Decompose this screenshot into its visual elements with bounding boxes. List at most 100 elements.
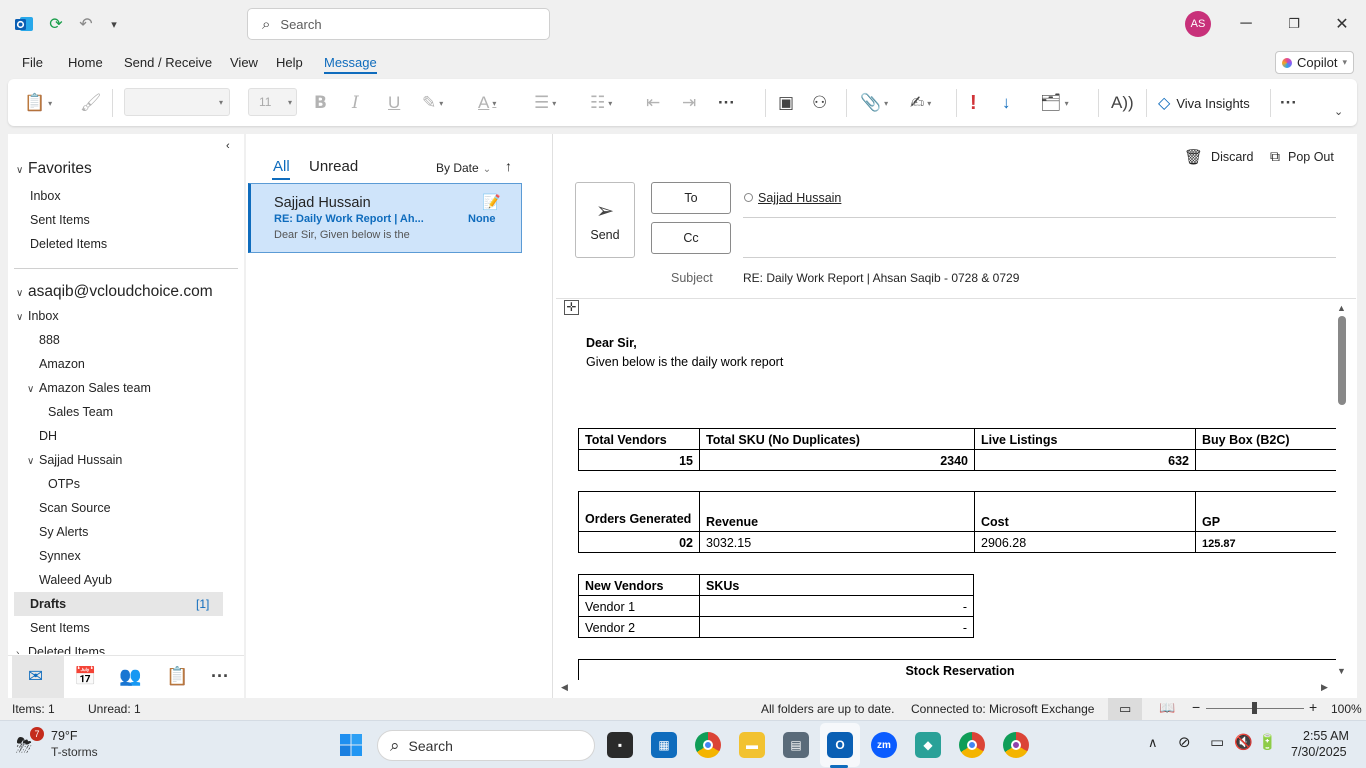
ribbon-expand-button[interactable]: ⌄ <box>1334 99 1343 123</box>
sort-by-date[interactable]: By Date ⌄ <box>436 161 491 175</box>
menu-send-receive[interactable]: Send / Receive <box>124 55 212 70</box>
menu-home[interactable]: Home <box>68 55 103 70</box>
numbering-button[interactable]: ☷ ▾ <box>590 91 612 115</box>
zoom-app-icon[interactable]: zm <box>871 732 897 758</box>
tab-all[interactable]: All <box>273 158 290 175</box>
message-body[interactable]: ✛ Dear Sir, Given below is the daily wor… <box>564 300 1336 680</box>
scroll-down-icon[interactable]: ▼ <box>1337 666 1346 676</box>
people-icon[interactable]: 👥 <box>119 666 141 687</box>
folder-888[interactable]: 888 <box>39 333 60 347</box>
to-button[interactable]: To <box>651 182 731 214</box>
cc-input[interactable] <box>743 226 1336 252</box>
outlook-taskbar-icon[interactable]: O <box>827 732 853 758</box>
menu-message[interactable]: Message <box>324 55 377 70</box>
scroll-right-icon[interactable]: ▶ <box>1321 682 1328 693</box>
close-button[interactable]: ✕ <box>1328 10 1356 38</box>
favorites-header[interactable]: ∨ Favorites <box>16 160 92 178</box>
high-importance-button[interactable]: ! <box>970 91 977 115</box>
search-input[interactable]: ⌕ Search <box>247 8 550 40</box>
folder-synnex[interactable]: Synnex <box>39 549 81 563</box>
folder-dh[interactable]: DH <box>39 429 57 443</box>
calculator-icon[interactable]: ▤ <box>783 732 809 758</box>
display-icon[interactable]: ▭ <box>1210 733 1224 751</box>
folder-amazon-sales-team[interactable]: ∨ Amazon Sales team <box>27 381 151 395</box>
font-family-select[interactable]: ▾ <box>124 88 230 116</box>
menu-file[interactable]: File <box>22 55 43 70</box>
list-item[interactable]: Sajjad Hussain 📝 RE: Daily Work Report |… <box>248 183 522 253</box>
font-color-button[interactable]: A ▾ <box>478 91 496 115</box>
folder-otps[interactable]: OTPs <box>48 477 80 491</box>
reading-view-icon[interactable]: 📖 <box>1159 700 1175 716</box>
pop-out-button[interactable]: ⧉ Pop Out <box>1270 148 1334 165</box>
zoom-in-button[interactable]: + <box>1309 699 1317 715</box>
favorite-deleted-items[interactable]: Deleted Items <box>30 237 107 251</box>
zoom-out-button[interactable]: − <box>1192 699 1200 715</box>
bullets-button[interactable]: ☰ ▾ <box>534 91 556 115</box>
increase-indent-button[interactable]: ⇥ <box>682 91 696 115</box>
mail-icon[interactable]: ✉ <box>28 666 43 687</box>
folder-inbox[interactable]: ∨ Inbox <box>16 309 59 323</box>
format-painter-button[interactable]: 🖌 <box>80 91 102 115</box>
folder-scan-source[interactable]: Scan Source <box>39 501 111 515</box>
bold-button[interactable]: B <box>314 91 327 115</box>
account-header[interactable]: ∨ asaqib@vcloudchoice.com <box>16 283 213 301</box>
read-aloud-button[interactable]: A)) <box>1111 91 1134 115</box>
task-view-icon[interactable]: ▪ <box>607 732 633 758</box>
clock-date[interactable]: 7/30/2025 <box>1291 745 1347 759</box>
address-book-button[interactable]: ▣ <box>778 91 794 115</box>
folder-waleed-ayub[interactable]: Waleed Ayub <box>39 573 112 587</box>
signature-button[interactable]: ✍ ▾ <box>910 91 931 115</box>
customize-toolbar-icon[interactable]: ▾ <box>102 12 126 36</box>
maximize-button[interactable]: ❐ <box>1280 10 1308 38</box>
minimize-button[interactable]: ─ <box>1232 10 1260 38</box>
copilot-button[interactable]: Copilot ▾ <box>1275 51 1354 74</box>
weather-widget[interactable]: ⛈ 7 <box>16 727 44 759</box>
underline-button[interactable]: U <box>388 91 400 115</box>
more-apps-icon[interactable]: ··· <box>211 666 229 687</box>
store-icon[interactable]: ▦ <box>651 732 677 758</box>
discard-button[interactable]: 🗑 Discard <box>1184 148 1253 166</box>
folder-sy-alerts[interactable]: Sy Alerts <box>39 525 88 539</box>
menu-view[interactable]: View <box>230 55 258 70</box>
to-recipient[interactable]: Sajjad Hussain <box>744 191 841 205</box>
folder-amazon[interactable]: Amazon <box>39 357 85 371</box>
chevron-up-icon[interactable]: ∧ <box>1148 735 1158 751</box>
send-button[interactable]: ➢ Send <box>575 182 635 258</box>
check-names-button[interactable]: ⚇ <box>812 91 827 115</box>
italic-button[interactable]: I <box>352 91 359 115</box>
avatar[interactable]: AS <box>1185 11 1211 37</box>
taskbar-search-input[interactable]: ⌕ Search <box>377 730 595 761</box>
font-size-select[interactable]: 11 ▾ <box>248 88 297 116</box>
low-importance-button[interactable]: ↓ <box>1002 91 1011 115</box>
folder-sajjad-hussain[interactable]: ∨ Sajjad Hussain <box>27 453 122 467</box>
clock-time[interactable]: 2:55 AM <box>1303 729 1349 743</box>
folder-deleted-items[interactable]: › Deleted Items <box>16 645 105 654</box>
collapse-pane-button[interactable]: ‹ <box>226 140 230 152</box>
more-commands-button[interactable]: ··· <box>1280 91 1297 115</box>
file-explorer-icon[interactable]: ▬ <box>739 732 765 758</box>
tab-unread[interactable]: Unread <box>309 158 358 175</box>
scroll-up-icon[interactable]: ▲ <box>1337 303 1346 313</box>
calendar-icon[interactable]: 📅 <box>74 666 96 687</box>
chrome-profile-2-icon[interactable] <box>1003 732 1029 758</box>
vertical-scrollbar-thumb[interactable] <box>1338 316 1346 405</box>
attach-file-button[interactable]: 📎 ▾ <box>860 91 888 115</box>
favorite-sent-items[interactable]: Sent Items <box>30 213 90 227</box>
decrease-indent-button[interactable]: ⇤ <box>646 91 660 115</box>
normal-view-button[interactable]: ▭ <box>1108 698 1142 720</box>
cc-button[interactable]: Cc <box>651 222 731 254</box>
chrome-icon[interactable] <box>695 732 721 758</box>
folder-drafts[interactable]: Drafts [1] <box>14 592 223 616</box>
menu-help[interactable]: Help <box>276 55 303 70</box>
highlight-button[interactable]: ✎ ▾ <box>422 91 443 115</box>
subject-input[interactable]: RE: Daily Work Report | Ahsan Saqib - 07… <box>743 271 1019 285</box>
zoom-slider-thumb[interactable] <box>1252 702 1257 714</box>
network-off-icon[interactable]: ⊘ <box>1178 733 1191 751</box>
chrome-profile-icon[interactable] <box>959 732 985 758</box>
paste-button[interactable]: 📋 ▾ <box>24 91 52 115</box>
sort-direction-icon[interactable]: ↑ <box>505 158 512 174</box>
folder-sales-team[interactable]: Sales Team <box>48 405 113 419</box>
battery-icon[interactable]: 🔋 <box>1258 733 1277 751</box>
tags-button[interactable]: 🗂 ▾ <box>1040 91 1069 115</box>
favorite-inbox[interactable]: Inbox <box>30 189 61 203</box>
